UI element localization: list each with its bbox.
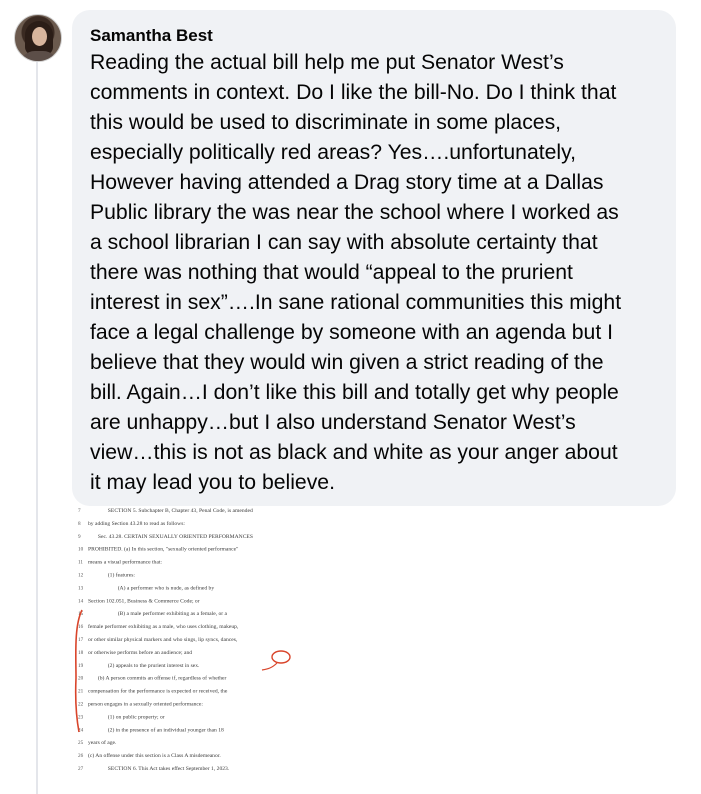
bill-line-text: (1) features: (108, 572, 136, 579)
comment-author-name[interactable]: Samantha Best (90, 26, 213, 46)
bill-line-number: 14 (78, 598, 84, 604)
bill-line-text: (B) a male performer exhibiting as a fem… (118, 610, 228, 617)
bill-line-text: person engages in a sexually oriented pe… (88, 701, 203, 708)
bill-line-number: 17 (78, 637, 84, 643)
bill-line-text: (b) A person commits an offense if, rega… (98, 675, 227, 682)
bill-line-number: 27 (78, 766, 84, 772)
bill-line-text: (1) on public property; or (108, 713, 165, 720)
bill-line-text: years of age. (88, 739, 117, 746)
bill-line-text: Section 102.051, Business & Commerce Cod… (88, 598, 200, 604)
bill-line-text: female performer exhibiting as a male, w… (88, 623, 239, 630)
bill-line-number: 10 (78, 547, 84, 553)
thread-connector-line (36, 62, 38, 794)
bill-line-text: (A) a performer who is nude, as defined … (118, 584, 215, 591)
bill-line-number: 19 (78, 663, 84, 669)
bill-line-text: Sec. 43.28. CERTAIN SEXUALLY ORIENTED PE… (98, 534, 253, 540)
bill-line-number: 11 (78, 560, 83, 566)
bill-line-number: 12 (78, 573, 84, 579)
comment-image-attachment[interactable]: 7 SECTION 5. Subchapter B, Chapter 43, Pe… (72, 506, 378, 794)
comment-text: Reading the actual bill help me put Sena… (90, 51, 622, 494)
bill-line-number: 26 (78, 753, 84, 759)
bill-line-number: 20 (78, 676, 84, 682)
bill-line-text: or otherwise performs before an audience… (88, 649, 192, 656)
bill-line-number: 7 (78, 508, 81, 514)
bill-line-text: SECTION 6. This Act takes effect Septemb… (108, 765, 230, 772)
bill-line-number: 8 (78, 521, 81, 527)
bill-line-number: 18 (78, 650, 84, 656)
bill-line-text: or other similar physical markers and wh… (88, 637, 238, 643)
bill-line-number: 16 (78, 624, 84, 630)
bill-line-number: 25 (78, 740, 84, 746)
bill-line-text: compensation for the performance is expe… (88, 688, 228, 695)
avatar-shirt (19, 51, 59, 61)
bill-line-text: (2) in the presence of an individual you… (108, 726, 224, 733)
bill-line-number: 21 (78, 689, 84, 695)
bill-line-number: 23 (78, 714, 84, 720)
avatar[interactable] (14, 14, 62, 62)
bill-line-text: means a visual performance that: (88, 559, 162, 566)
bill-line-text: (2) appeals to the prurient interest in … (108, 662, 200, 669)
bill-document-image: 7 SECTION 5. Subchapter B, Chapter 43, Pe… (74, 508, 291, 772)
bill-line-text: SECTION 5. Subchapter B, Chapter 43, Pen… (108, 508, 253, 514)
red-circle-annotation (271, 650, 291, 664)
red-arrow-annotation (261, 662, 278, 671)
bill-line-text: (c) An offense under this section is a C… (88, 752, 221, 759)
bill-line-number: 9 (78, 534, 81, 540)
bill-line-number: 22 (78, 702, 84, 708)
avatar-face (32, 27, 47, 46)
bill-line-number: 13 (78, 585, 84, 591)
comment-bubble: Samantha Best Reading the actual bill he… (72, 10, 676, 506)
bill-line-text: by adding Section 43.28 to read as follo… (88, 520, 185, 527)
bill-line-text: PROHIBITED. (a) In this section, "sexual… (88, 546, 238, 553)
